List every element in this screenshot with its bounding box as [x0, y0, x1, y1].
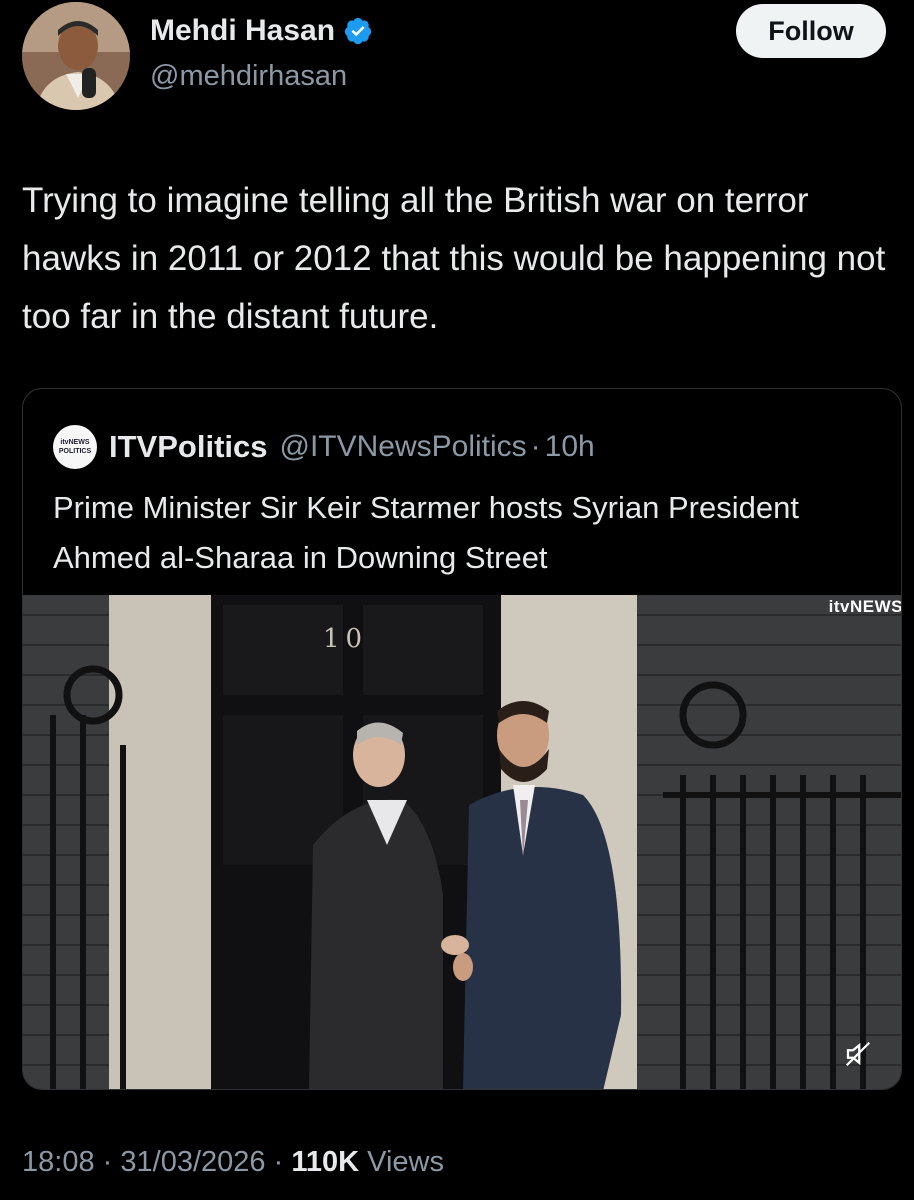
quoted-tweet[interactable]: itvNEWS POLITICS ITVPolitics @ITVNewsPol…: [22, 388, 902, 1090]
quoted-avatar-bottom-text: POLITICS: [58, 448, 92, 455]
author-handle[interactable]: @mehdirhasan: [150, 60, 347, 93]
video-frame: 10: [23, 595, 901, 1089]
quoted-header: itvNEWS POLITICS ITVPolitics @ITVNewsPol…: [53, 425, 595, 469]
author-avatar[interactable]: [22, 2, 130, 110]
author-name-row[interactable]: Mehdi Hasan: [150, 14, 373, 48]
door-number: 10: [323, 624, 368, 654]
tweet-meta: 18:08 · 31/03/2026 · 110K Views: [22, 1146, 444, 1179]
quoted-author-name[interactable]: ITVPolitics: [109, 429, 267, 465]
itv-news-watermark: itvNEWS: [828, 597, 902, 616]
quoted-text: Prime Minister Sir Keir Starmer hosts Sy…: [53, 490, 799, 575]
views-count[interactable]: 110K: [291, 1146, 359, 1178]
quoted-separator: ·: [530, 430, 541, 463]
speaker-muted-icon[interactable]: [843, 1039, 873, 1069]
meta-separator-2: ·: [273, 1146, 284, 1178]
quoted-avatar-top-text: itvNEWS: [60, 439, 90, 446]
views-label: Views: [367, 1146, 444, 1178]
follow-button[interactable]: Follow: [736, 4, 886, 58]
quoted-avatar[interactable]: itvNEWS POLITICS: [53, 425, 97, 469]
verified-badge-icon: [344, 17, 372, 45]
quoted-media-video[interactable]: 10 itvNEWS: [23, 595, 902, 1089]
tweet-text: Trying to imagine telling all the Britis…: [22, 181, 886, 336]
tweet-time[interactable]: 18:08: [22, 1146, 95, 1178]
quoted-author-handle[interactable]: @ITVNewsPolitics: [279, 430, 526, 464]
quoted-age[interactable]: 10h: [545, 430, 595, 464]
tweet-date[interactable]: 31/03/2026: [120, 1146, 265, 1178]
author-name[interactable]: Mehdi Hasan: [150, 14, 335, 48]
avatar-image: [22, 2, 130, 110]
meta-separator: ·: [102, 1146, 113, 1178]
